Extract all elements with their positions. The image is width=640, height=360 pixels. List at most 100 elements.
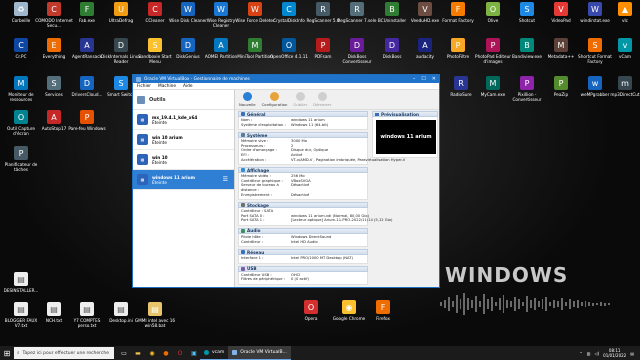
soundwave-bar: [486, 299, 489, 309]
task-view-icon[interactable]: ▭: [118, 347, 130, 359]
system-icon: [241, 133, 245, 138]
vm-state: Éteinte: [152, 119, 167, 125]
usb-icon: [241, 266, 245, 271]
soundwave-bar: [522, 302, 524, 306]
soundwave-bar: [576, 300, 579, 308]
opera-taskbar-icon[interactable]: O: [174, 347, 186, 359]
app-icon: C: [148, 2, 162, 16]
taskbar-window-vcam[interactable]: vcam: [200, 346, 229, 360]
minimize-icon[interactable]: –: [413, 76, 416, 82]
app-icon: M: [14, 76, 28, 90]
clock[interactable]: 08:11 01/01/2022: [603, 348, 626, 358]
desktop-icon[interactable]: ▲ vlc: [604, 2, 640, 23]
soundwave-bar: [604, 302, 606, 306]
virtualbox-window[interactable]: Oracle VM VirtualBox - Gestionnaire de m…: [132, 74, 440, 288]
desktop-icon-label: DESINSTALLER...: [3, 288, 39, 293]
toolbar-button[interactable]: Démarrer: [313, 92, 331, 107]
app-icon: F: [451, 2, 465, 16]
soundwave-bar: [525, 296, 528, 312]
chrome-taskbar-icon[interactable]: ◉: [146, 347, 158, 359]
soundwave-bar: [557, 301, 560, 307]
app-icon: A: [80, 38, 94, 52]
app-icon: A: [418, 38, 432, 52]
app-icon: C: [282, 2, 296, 16]
taskbar-window-virtualbox[interactable]: Oracle VM VirtualB...: [228, 346, 291, 360]
section-body-audio: Pilote hôte : Windows DirectSound Contrôle…: [238, 233, 368, 248]
detail-value: 0 (0 actif): [291, 277, 309, 282]
maximize-icon[interactable]: ☐: [421, 76, 425, 82]
detail-value: VT-x/AMD-V , Pagination imbriquée, Parav…: [291, 157, 406, 162]
start-button[interactable]: ⊞: [0, 346, 14, 360]
app-icon: D: [80, 76, 94, 90]
section-title: Général: [247, 111, 266, 117]
vm-list-item[interactable]: ▦ mx_19.4.1_kde_x64 Éteinte: [133, 110, 234, 130]
preview-screen-text: windows 11 arium: [380, 134, 432, 140]
vm-menu-icon[interactable]: ☰: [223, 176, 228, 183]
soundwave-bar: [455, 295, 458, 313]
volume-icon[interactable]: ◁): [595, 351, 600, 356]
window-titlebar[interactable]: Oracle VM VirtualBox - Gestionnaire de m…: [133, 75, 439, 83]
detail-key: Système d'exploitation :: [241, 122, 286, 127]
desktop-icon[interactable]: P Planificateur de tâches: [0, 146, 42, 172]
desktop-icon[interactable]: P Pare-feu Windows: [66, 110, 108, 131]
tray-chevron-up-icon[interactable]: ⌃: [579, 351, 582, 356]
file-explorer-icon[interactable]: ▬: [132, 347, 144, 359]
app-icon: P: [316, 38, 330, 52]
vm-name: windows 11 arium: [152, 174, 195, 180]
app-icon: R: [316, 2, 330, 16]
search-placeholder: Tapez ici pour effectuer une recherche: [22, 350, 109, 356]
soundwave-bar: [518, 299, 521, 309]
virtualbox-icon: [136, 76, 141, 82]
firefox-taskbar-icon[interactable]: ●: [160, 347, 172, 359]
soundwave-bar: [592, 302, 595, 306]
menu-aide[interactable]: Aide: [183, 84, 193, 89]
desktop-icon[interactable]: v vCam: [604, 38, 640, 59]
desktop-icon-label: vCam: [618, 54, 632, 59]
desktop-icon[interactable]: ▤ GMMI intel avec 16 win58.bat: [134, 302, 176, 328]
soundwave-bar: [463, 293, 466, 315]
menu-machine[interactable]: Machine: [158, 84, 176, 89]
tools-icon: [137, 95, 145, 104]
app-icon: O: [282, 38, 296, 52]
menu-fichier[interactable]: Fichier: [137, 84, 151, 89]
toolbar-button[interactable]: Oublier: [293, 92, 307, 107]
detail-key: Enregistrement :: [241, 192, 272, 197]
app-icon: W: [181, 2, 195, 16]
detail-key: Serveur de bureau à distance :: [241, 183, 279, 192]
vm-list-item[interactable]: ▦ windows 11 arium Éteinte ☰: [133, 170, 234, 190]
close-icon[interactable]: ✕: [432, 76, 436, 82]
vm-list-item[interactable]: ▦ win 10 Éteinte: [133, 150, 234, 170]
desktop-icon[interactable]: O Opera: [290, 300, 332, 321]
detail-value[interactable]: [Lecteur optique] Arium-11-PRO-2022/11/1…: [291, 218, 392, 223]
taskbar-search[interactable]: ⌕ Tapez ici pour effectuer une recherche: [14, 347, 114, 359]
app-icon: A: [47, 110, 61, 124]
detail-key: Filtres de périphérique :: [241, 277, 285, 282]
app-icon: V: [554, 2, 568, 16]
section-title: Audio: [247, 228, 261, 234]
toolbar-button[interactable]: Nouvelle: [239, 92, 256, 107]
store-taskbar-icon[interactable]: ▣: [188, 347, 200, 359]
vm-list-item[interactable]: ▦ win 10 arium Éteinte: [133, 130, 234, 150]
notifications-icon[interactable]: ▤: [630, 351, 634, 356]
desktop-icon[interactable]: m mp3DirectCut: [604, 76, 640, 97]
storage-icon: [241, 203, 245, 208]
detail-row: Interface 1 : Intel PRO/1000 MT Desktop (…: [241, 256, 365, 261]
app-icon: M: [486, 76, 500, 90]
app-icon: C: [47, 2, 61, 16]
network-icon[interactable]: ▥: [587, 351, 591, 356]
soundwave-bar: [459, 299, 462, 309]
toolbar-button-label: Démarrer: [313, 102, 332, 107]
app-icon: ▤: [80, 302, 94, 316]
desktop-icon[interactable]: ▤ DESINSTALLER...: [0, 272, 42, 293]
soundwave-bar: [479, 301, 481, 307]
app-icon: F: [376, 300, 390, 314]
app-icon: ♻: [14, 2, 28, 16]
desktop-icon[interactable]: F Firefox: [362, 300, 404, 321]
toolbar-button[interactable]: Configuration: [262, 92, 287, 107]
soundwave-bar: [596, 303, 599, 305]
app-icon: W: [248, 2, 262, 16]
app-icon: D: [350, 38, 364, 52]
soundwave-bar: [580, 302, 583, 306]
tools-item[interactable]: Outils: [133, 90, 234, 110]
soundwave-bar: [533, 298, 536, 310]
